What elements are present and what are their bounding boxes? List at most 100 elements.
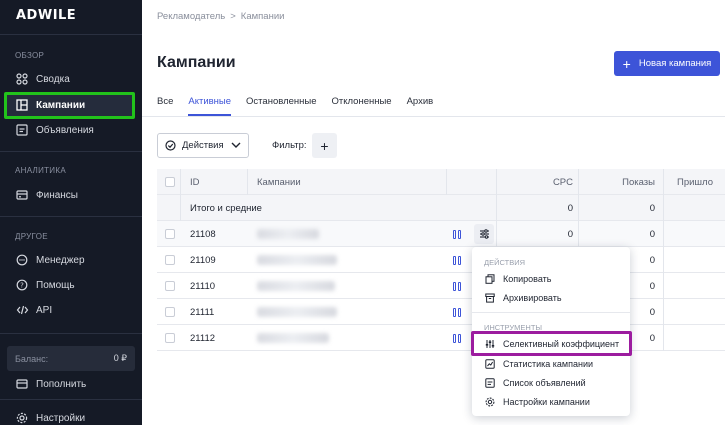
- sidebar-section-other: ДРУГОЕ: [15, 232, 48, 241]
- table-row[interactable]: 21108 0 0: [157, 221, 725, 247]
- sidebar-item-label: Менеджер: [36, 254, 85, 266]
- sidebar-item-api[interactable]: API: [15, 301, 130, 319]
- sidebar-item-manager[interactable]: Менеджер: [15, 251, 130, 269]
- table-row[interactable]: 21111 0: [157, 299, 725, 325]
- pause-icon: [453, 229, 461, 239]
- sidebar-item-help[interactable]: ? Помощь: [15, 276, 130, 294]
- column-name[interactable]: Кампании: [257, 169, 301, 195]
- menu-item-campaign-settings[interactable]: Настройки кампании: [484, 395, 590, 409]
- sidebar-item-settings[interactable]: Настройки: [15, 409, 130, 425]
- sidebar-item-ads[interactable]: Объявления: [15, 121, 130, 139]
- row-id: 21108: [190, 228, 216, 240]
- balance-widget: Баланс: 0 ₽: [7, 346, 135, 371]
- sidebar-section-analytics: АНАЛИТИКА: [15, 166, 66, 175]
- actions-dropdown[interactable]: Действия: [157, 133, 249, 158]
- pause-button[interactable]: [453, 273, 461, 299]
- sliders-icon: [479, 229, 489, 239]
- check-circle-icon: [165, 140, 176, 151]
- wallet-icon: [15, 188, 29, 202]
- sidebar-divider: [0, 151, 142, 152]
- archive-icon: [484, 293, 495, 304]
- column-id[interactable]: ID: [190, 169, 200, 195]
- gear-icon: [484, 397, 495, 408]
- row-checkbox[interactable]: [165, 325, 175, 351]
- redacted-name: [257, 307, 337, 317]
- redacted-name: [257, 255, 337, 265]
- sidebar-item-topup[interactable]: Пополнить: [15, 375, 130, 393]
- row-checkbox[interactable]: [165, 221, 175, 247]
- sidebar: ADWILE ОБЗОР Сводка Кампании Объявления …: [0, 0, 142, 425]
- menu-item-archive[interactable]: Архивировать: [484, 291, 562, 305]
- row-checkbox[interactable]: [165, 273, 175, 299]
- menu-item-label: Настройки кампании: [503, 397, 590, 407]
- tab-stopped[interactable]: Остановленные: [246, 96, 316, 116]
- help-icon: ?: [15, 278, 29, 292]
- highlight-box-selective: [471, 331, 632, 356]
- tab-archive[interactable]: Архив: [407, 96, 434, 116]
- totals-cpc: 0: [567, 202, 573, 214]
- new-campaign-button[interactable]: + Новая кампания: [614, 51, 720, 76]
- plus-icon: +: [622, 55, 631, 72]
- menu-item-ads-list[interactable]: Список объявлений: [484, 376, 586, 390]
- pause-button[interactable]: [453, 299, 461, 325]
- menu-item-label: Статистика кампании: [503, 359, 593, 369]
- table-header: ID Кампании CPC Показы Пришло: [157, 169, 725, 195]
- menu-group-actions: ДЕЙСТВИЯ: [484, 258, 526, 267]
- pause-icon: [453, 307, 461, 317]
- code-icon: [15, 303, 29, 317]
- redacted-name: [257, 281, 335, 291]
- table-row[interactable]: 21112 0: [157, 325, 725, 351]
- sidebar-divider: [0, 34, 142, 35]
- add-filter-button[interactable]: +: [312, 133, 337, 158]
- gear-icon: [15, 411, 29, 425]
- list-icon: [484, 378, 495, 389]
- sidebar-section-overview: ОБЗОР: [15, 51, 45, 60]
- sidebar-item-finance[interactable]: Финансы: [15, 186, 130, 204]
- row-checkbox[interactable]: [165, 299, 175, 325]
- new-campaign-label: Новая кампания: [638, 58, 712, 69]
- row-id: 21109: [190, 254, 216, 266]
- page-title: Кампании: [157, 54, 236, 71]
- totals-label: Итого и средние: [190, 202, 262, 214]
- table-totals-row: Итого и средние 0 0: [157, 195, 725, 221]
- grid-icon: [15, 72, 29, 86]
- sidebar-divider: [0, 399, 142, 400]
- menu-item-label: Копировать: [503, 274, 552, 284]
- pause-button[interactable]: [453, 221, 461, 247]
- menu-item-copy[interactable]: Копировать: [484, 272, 551, 286]
- menu-divider: [472, 312, 630, 313]
- tab-rejected[interactable]: Отклоненные: [332, 96, 392, 116]
- menu-item-campaign-stats[interactable]: Статистика кампании: [484, 357, 593, 371]
- breadcrumb: Рекламодатель > Кампании: [157, 11, 284, 22]
- sidebar-item-label: Сводка: [36, 73, 70, 85]
- row-id: 21111: [190, 306, 215, 318]
- highlight-box-campaigns: [4, 92, 135, 119]
- logo[interactable]: ADWILE: [16, 8, 76, 23]
- sidebar-item-label: Пополнить: [36, 378, 87, 390]
- row-id: 21112: [190, 332, 216, 344]
- column-visits[interactable]: Пришло: [677, 169, 713, 195]
- sidebar-item-label: Объявления: [36, 124, 94, 136]
- column-views[interactable]: Показы: [578, 169, 655, 195]
- pause-button[interactable]: [453, 247, 461, 273]
- sidebar-item-summary[interactable]: Сводка: [15, 70, 130, 88]
- tab-active[interactable]: Активные: [188, 96, 231, 116]
- breadcrumb-parent[interactable]: Рекламодатель: [157, 11, 225, 22]
- row-checkbox[interactable]: [165, 247, 175, 273]
- status-tabs: Все Активные Остановленные Отклоненные А…: [157, 96, 448, 116]
- tab-all[interactable]: Все: [157, 96, 173, 116]
- table-row[interactable]: 21110 0: [157, 273, 725, 299]
- pause-button[interactable]: [453, 325, 461, 351]
- copy-icon: [484, 274, 495, 285]
- redacted-name: [257, 229, 319, 239]
- chat-icon: [15, 253, 29, 267]
- select-all-checkbox[interactable]: [165, 169, 175, 195]
- table-row[interactable]: 21109 0: [157, 247, 725, 273]
- sidebar-item-label: Помощь: [36, 279, 75, 291]
- row-settings-button[interactable]: [474, 221, 494, 247]
- column-cpc[interactable]: CPC: [496, 169, 573, 195]
- sidebar-divider: [0, 216, 142, 217]
- totals-views: 0: [649, 202, 655, 214]
- pause-icon: [453, 281, 461, 291]
- breadcrumb-current: Кампании: [240, 11, 285, 22]
